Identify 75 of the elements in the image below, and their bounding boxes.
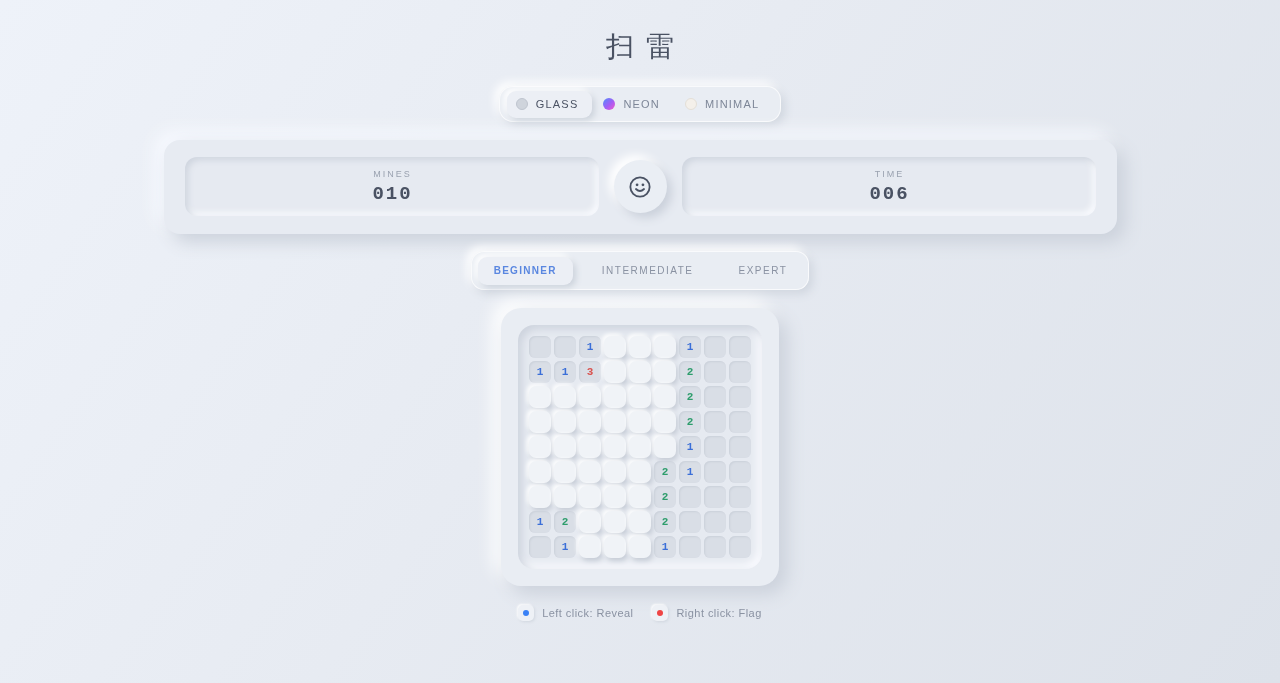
- theme-tab[interactable]: NEON: [594, 90, 674, 118]
- covered-tile[interactable]: [654, 361, 676, 383]
- covered-tile[interactable]: [629, 511, 651, 533]
- difficulty-tab[interactable]: BEGINNER: [477, 256, 573, 285]
- covered-tile[interactable]: [554, 461, 576, 483]
- covered-tile[interactable]: [629, 461, 651, 483]
- covered-tile[interactable]: [529, 436, 551, 458]
- revealed-tile: 1: [579, 336, 601, 358]
- revealed-tile: 1: [654, 536, 676, 558]
- covered-tile[interactable]: [604, 461, 626, 483]
- revealed-tile: 1: [554, 536, 576, 558]
- theme-tab[interactable]: GLASS: [506, 90, 593, 118]
- covered-tile[interactable]: [529, 461, 551, 483]
- covered-tile[interactable]: [604, 361, 626, 383]
- revealed-tile: 1: [529, 511, 551, 533]
- swatch-icon: [685, 98, 697, 110]
- counter-label: TIME: [873, 168, 905, 180]
- covered-tile[interactable]: [579, 511, 601, 533]
- covered-tile[interactable]: [529, 486, 551, 508]
- covered-tile[interactable]: [579, 411, 601, 433]
- counter-label: MINES: [372, 168, 412, 180]
- covered-tile[interactable]: [654, 436, 676, 458]
- revealed-tile: 2: [679, 361, 701, 383]
- revealed-tile: 1: [679, 336, 701, 358]
- covered-tile[interactable]: [629, 536, 651, 558]
- covered-tile[interactable]: [554, 486, 576, 508]
- legend-text: Right click: Flag: [676, 606, 762, 620]
- covered-tile[interactable]: [629, 386, 651, 408]
- theme-tab[interactable]: MINIMAL: [676, 90, 774, 118]
- covered-tile[interactable]: [579, 536, 601, 558]
- covered-tile[interactable]: [579, 486, 601, 508]
- revealed-tile: 1: [679, 436, 701, 458]
- covered-tile[interactable]: [654, 336, 676, 358]
- covered-tile[interactable]: [604, 386, 626, 408]
- covered-tile[interactable]: [529, 411, 551, 433]
- covered-tile[interactable]: [604, 336, 626, 358]
- covered-tile[interactable]: [629, 411, 651, 433]
- counter-value: 010: [371, 182, 413, 205]
- revealed-tile: 1: [529, 361, 551, 383]
- covered-tile[interactable]: [579, 436, 601, 458]
- covered-tile[interactable]: [629, 436, 651, 458]
- covered-tile[interactable]: [604, 536, 626, 558]
- revealed-tile: 2: [554, 511, 576, 533]
- counter-value: 006: [868, 182, 910, 205]
- covered-tile[interactable]: [629, 336, 651, 358]
- covered-tile[interactable]: [629, 486, 651, 508]
- covered-tile[interactable]: [654, 386, 676, 408]
- covered-tile[interactable]: [554, 386, 576, 408]
- covered-tile[interactable]: [654, 411, 676, 433]
- swatch-icon: [515, 98, 528, 110]
- smiley-icon: [629, 175, 651, 198]
- difficulty-tab[interactable]: EXPERT: [722, 256, 804, 285]
- revealed-tile: 1: [554, 361, 576, 383]
- revealed-tile: 3: [579, 361, 601, 383]
- revealed-tile: 1: [679, 461, 701, 483]
- legend-text: Left click: Reveal: [542, 606, 634, 620]
- covered-tile[interactable]: [554, 436, 576, 458]
- revealed-tile: 2: [679, 386, 701, 408]
- covered-tile[interactable]: [579, 461, 601, 483]
- revealed-tile: 2: [654, 486, 676, 508]
- covered-tile[interactable]: [579, 386, 601, 408]
- covered-tile[interactable]: [604, 486, 626, 508]
- revealed-tile: 2: [679, 411, 701, 433]
- swatch-icon: [603, 98, 616, 110]
- reset-button[interactable]: [613, 160, 667, 213]
- revealed-tile: 2: [654, 511, 676, 533]
- game-title: 扫雷: [605, 30, 686, 64]
- revealed-tile: 2: [654, 461, 676, 483]
- covered-tile[interactable]: [529, 386, 551, 408]
- covered-tile[interactable]: [604, 511, 626, 533]
- covered-tile[interactable]: [604, 436, 626, 458]
- covered-tile[interactable]: [629, 361, 651, 383]
- difficulty-tab[interactable]: INTERMEDIATE: [585, 256, 710, 285]
- covered-tile[interactable]: [604, 411, 626, 433]
- covered-tile[interactable]: [554, 411, 576, 433]
